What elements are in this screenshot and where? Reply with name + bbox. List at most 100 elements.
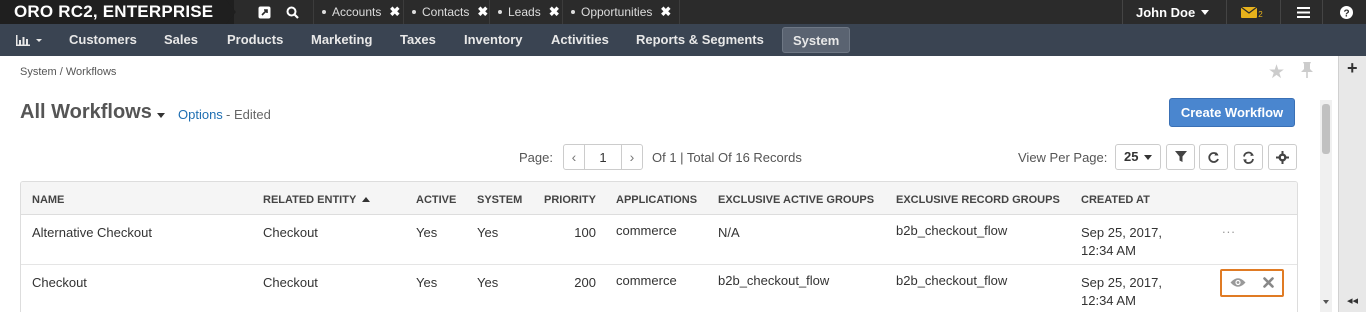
nav-inventory[interactable]: Inventory: [464, 24, 523, 56]
page-title[interactable]: All Workflows: [20, 101, 152, 124]
next-page-icon[interactable]: ›: [622, 145, 642, 169]
close-icon[interactable]: ✖: [549, 4, 560, 20]
right-sidebar: + ◂◂: [1338, 56, 1366, 312]
view-per-page-value: 25: [1124, 149, 1139, 164]
cell-record-groups: b2b_checkout_flow: [896, 223, 1008, 238]
email-notification[interactable]: 2: [1236, 0, 1268, 24]
table-row[interactable]: Alternative Checkout Checkout Yes Yes 10…: [21, 215, 1297, 265]
column-header-active[interactable]: Active: [416, 194, 456, 206]
refresh-button[interactable]: [1234, 144, 1263, 170]
breadcrumb-item: Workflows: [65, 66, 117, 78]
sync-icon: [1243, 151, 1254, 164]
refresh-icon: [1208, 151, 1219, 163]
breadcrumb-item[interactable]: System: [20, 66, 57, 78]
divider: [1122, 0, 1123, 24]
search-icon[interactable]: [278, 0, 306, 24]
row-actions-menu[interactable]: ...: [1222, 221, 1236, 236]
nav-activities[interactable]: Activities: [551, 24, 609, 56]
create-workflow-button[interactable]: Create Workflow: [1169, 98, 1295, 127]
grid-settings-button[interactable]: [1268, 144, 1297, 170]
user-menu[interactable]: John Doe: [1136, 0, 1210, 24]
bullet-icon: [571, 10, 575, 14]
sort-ascending-icon: [362, 197, 371, 202]
pin-icon[interactable]: [1300, 61, 1314, 82]
pagination: ‹ ›: [563, 144, 643, 170]
dashboard-menu[interactable]: [16, 33, 42, 50]
options-link[interactable]: Options: [178, 107, 223, 122]
scroll-thumb[interactable]: [1322, 104, 1330, 154]
scroll-down-icon[interactable]: [1323, 300, 1329, 304]
column-header-applications[interactable]: Applications: [616, 194, 697, 206]
nav-system[interactable]: System: [782, 27, 851, 53]
column-header-exclusive-active-groups[interactable]: Exclusive Active Groups: [718, 194, 874, 206]
nav-sales[interactable]: Sales: [164, 24, 198, 56]
cell-active: Yes: [416, 225, 438, 240]
quick-tab-label: Leads: [508, 5, 541, 19]
eye-icon[interactable]: [1230, 276, 1246, 291]
nav-taxes[interactable]: Taxes: [400, 24, 436, 56]
help-icon[interactable]: ?: [1332, 0, 1360, 24]
cell-entity: Checkout: [263, 275, 318, 290]
quick-tab-accounts[interactable]: Accounts ✖: [313, 0, 400, 24]
pager-label: Page:: [519, 150, 553, 165]
cell-created-date: Sep 25, 2017,: [1081, 275, 1162, 290]
chevron-down-icon: [1144, 155, 1153, 161]
cell-active: Yes: [416, 275, 438, 290]
column-header-system[interactable]: System: [477, 194, 522, 206]
cell-entity: Checkout: [263, 225, 318, 240]
add-widget-icon[interactable]: +: [1347, 58, 1358, 79]
filter-icon: [1174, 151, 1187, 162]
quick-tab-leads[interactable]: Leads ✖: [489, 0, 560, 24]
column-header-exclusive-record-groups[interactable]: Exclusive Record Groups: [896, 194, 1060, 206]
user-name: John Doe: [1136, 4, 1196, 20]
view-per-page-label: View Per Page:: [1018, 150, 1108, 165]
quick-tab-opportunities[interactable]: Opportunities ✖: [562, 0, 681, 24]
view-per-page-select[interactable]: 25: [1115, 144, 1161, 170]
table-row[interactable]: Checkout Checkout Yes Yes 200 commerce b…: [21, 265, 1297, 312]
mail-count-badge: 2: [1258, 10, 1263, 19]
hamburger-menu-icon[interactable]: [1289, 0, 1317, 24]
delete-icon[interactable]: [1262, 276, 1274, 291]
bar-chart-icon: [16, 35, 42, 46]
close-icon[interactable]: ✖: [660, 4, 671, 20]
open-in-window-icon[interactable]: [250, 0, 278, 24]
top-bar: ORO RC2, ENTERPRISE Accounts ✖ Contacts …: [0, 0, 1366, 24]
nav-products[interactable]: Products: [227, 24, 283, 56]
reset-button[interactable]: [1199, 144, 1228, 170]
bullet-icon: [412, 10, 416, 14]
column-header-priority[interactable]: Priority: [544, 194, 596, 206]
workflows-grid: Name Related Entity Active System Priori…: [20, 181, 1298, 312]
close-icon[interactable]: ✖: [389, 4, 400, 20]
column-header-related-entity[interactable]: Related Entity: [263, 194, 371, 206]
pager-info: Of 1 | Total Of 16 Records: [652, 150, 802, 165]
vertical-scrollbar[interactable]: [1320, 100, 1332, 312]
nav-customers[interactable]: Customers: [69, 24, 137, 56]
cell-priority: 100: [574, 225, 596, 240]
filter-button[interactable]: [1166, 144, 1195, 170]
cell-active-groups: b2b_checkout_flow: [718, 273, 830, 288]
page-number-input[interactable]: [584, 145, 622, 169]
collapse-sidebar-icon[interactable]: ◂◂: [1347, 294, 1358, 307]
grid-header: Name Related Entity Active System Priori…: [21, 182, 1297, 215]
svg-text:?: ?: [1343, 8, 1349, 19]
quick-tab-contacts[interactable]: Contacts ✖: [403, 0, 488, 24]
app-title: ORO RC2, ENTERPRISE: [14, 2, 214, 21]
column-header-created-at[interactable]: Created At: [1081, 194, 1150, 206]
column-header-name[interactable]: Name: [32, 194, 64, 206]
nav-marketing[interactable]: Marketing: [311, 24, 372, 56]
edited-status: - Edited: [226, 107, 271, 122]
close-icon[interactable]: ✖: [477, 4, 488, 20]
prev-page-icon[interactable]: ‹: [564, 145, 584, 169]
bullet-icon: [322, 10, 326, 14]
app-brand[interactable]: ORO RC2, ENTERPRISE: [0, 0, 234, 24]
nav-reports-segments[interactable]: Reports & Segments: [636, 24, 764, 56]
chevron-down-icon[interactable]: [157, 113, 165, 118]
main-navigation: Customers Sales Products Marketing Taxes…: [0, 24, 1366, 56]
cell-system: Yes: [477, 225, 499, 240]
cell-created-date: Sep 25, 2017,: [1081, 225, 1162, 240]
star-icon[interactable]: ★: [1268, 61, 1285, 84]
chevron-down-icon: [1201, 9, 1210, 15]
divider: [1322, 0, 1323, 24]
envelope-icon: [1241, 6, 1258, 18]
cell-name: Alternative Checkout: [32, 225, 152, 240]
